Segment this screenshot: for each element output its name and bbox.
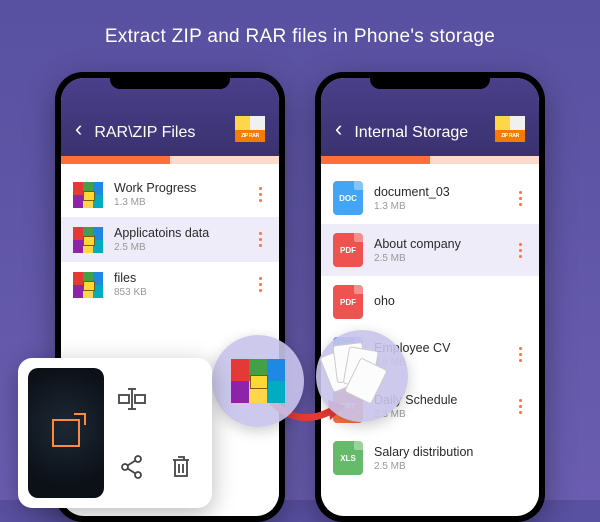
notch	[370, 75, 490, 89]
rar-icon	[73, 272, 103, 298]
file-size: 853 KB	[114, 287, 242, 298]
more-icon[interactable]	[513, 188, 527, 209]
file-size: 2.5 MB	[374, 461, 527, 472]
rar-icon	[73, 182, 103, 208]
xls-icon: XLS	[333, 441, 363, 475]
extract-button[interactable]	[28, 368, 104, 498]
doc-icon: DOC	[333, 181, 363, 215]
extract-target-bubble	[316, 330, 408, 422]
more-icon[interactable]	[253, 274, 267, 295]
ziprar-icon[interactable]: ZIP RAR	[495, 116, 525, 142]
screen-title: RAR\ZIP Files	[94, 124, 225, 142]
phone-right: ‹ Internal Storage ZIP RAR DOC document_…	[315, 72, 545, 522]
share-icon	[119, 454, 145, 480]
extract-icon	[52, 419, 80, 447]
list-item[interactable]: PDF oho	[321, 276, 539, 328]
list-item[interactable]: files 853 KB	[61, 262, 279, 307]
file-size: 2.5 MB	[114, 242, 242, 253]
list-item[interactable]: DOC document_03 1.3 MB	[321, 172, 539, 224]
pdf-icon: PDF	[333, 233, 363, 267]
file-name: oho	[374, 294, 527, 308]
share-button[interactable]	[110, 436, 153, 498]
list-item[interactable]: PDF About company 2.5 MB	[321, 224, 539, 276]
file-name: Applicatoins data	[114, 226, 242, 240]
tabstrip	[321, 156, 539, 164]
screen-title: Internal Storage	[354, 124, 485, 142]
more-icon[interactable]	[253, 229, 267, 250]
file-name: files	[114, 271, 242, 285]
list-item[interactable]: Applicatoins data 2.5 MB	[61, 217, 279, 262]
extract-source-bubble	[212, 335, 304, 427]
more-icon[interactable]	[513, 396, 527, 417]
file-name: document_03	[374, 185, 502, 199]
appbar-left: ‹ RAR\ZIP Files ZIP RAR	[61, 78, 279, 156]
promo-headline: Extract ZIP and RAR files in Phone's sto…	[0, 0, 600, 48]
pdf-icon: PDF	[333, 285, 363, 319]
more-icon[interactable]	[513, 240, 527, 261]
action-toolbar	[18, 358, 212, 508]
rar-icon	[231, 359, 285, 403]
file-size: 1.3 MB	[374, 201, 502, 212]
rename-button[interactable]	[110, 368, 153, 430]
rename-icon	[117, 387, 147, 411]
ziprar-icon[interactable]: ZIP RAR	[235, 116, 265, 142]
file-name: Work Progress	[114, 181, 242, 195]
notch	[110, 75, 230, 89]
list-item[interactable]: XLS Salary distribution 2.5 MB	[321, 432, 539, 484]
file-size: 2.3 MB	[374, 409, 502, 420]
trash-icon	[169, 454, 193, 480]
file-size: 2.5 MB	[374, 253, 502, 264]
back-icon[interactable]: ‹	[75, 116, 82, 142]
appbar-right: ‹ Internal Storage ZIP RAR	[321, 78, 539, 156]
file-size: 1.3 MB	[114, 197, 242, 208]
back-icon[interactable]: ‹	[335, 116, 342, 142]
delete-button[interactable]	[159, 436, 202, 498]
documents-fan-icon	[332, 346, 392, 406]
tabstrip	[61, 156, 279, 164]
rar-icon	[73, 227, 103, 253]
more-icon[interactable]	[513, 344, 527, 365]
list-item[interactable]: Work Progress 1.3 MB	[61, 172, 279, 217]
more-icon[interactable]	[253, 184, 267, 205]
file-name: About company	[374, 237, 502, 251]
file-name: Salary distribution	[374, 445, 527, 459]
